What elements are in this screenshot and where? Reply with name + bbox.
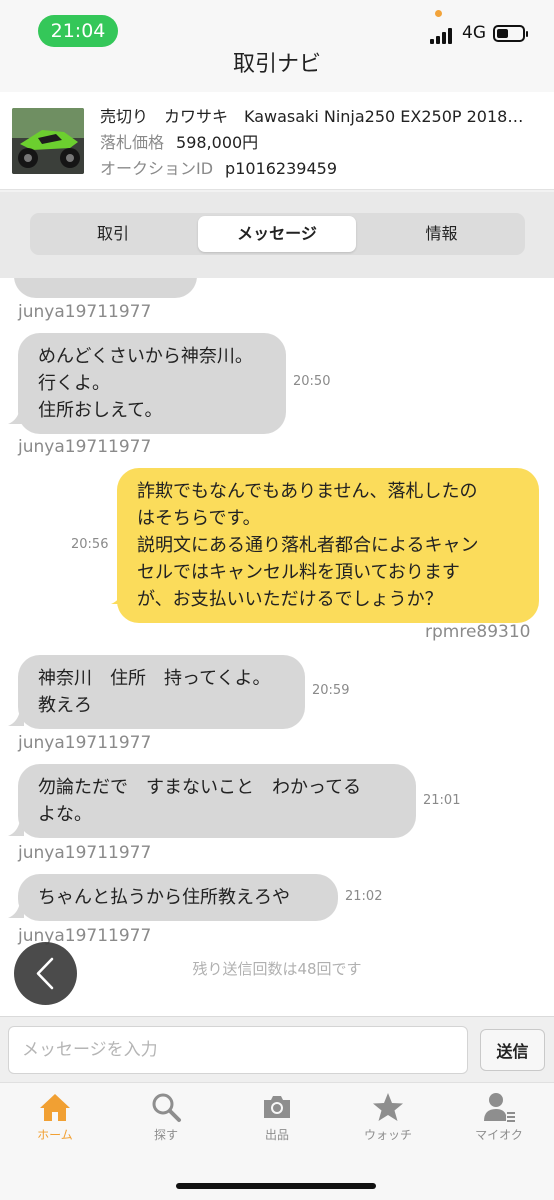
message-bubble: めんどくさいから神奈川。 行くよ。 住所おしえて。 [18, 333, 286, 434]
camera-icon [264, 1096, 290, 1118]
back-button[interactable] [14, 942, 77, 1005]
page-title: 取引ナビ [232, 52, 321, 77]
message-bubble: 勿論ただで すまないこと わかってる よな。 [18, 764, 416, 838]
price-label: 落札価格 [100, 133, 165, 152]
message-bubble-cut [14, 278, 197, 298]
price-row: 落札価格 598,000円 [100, 130, 540, 156]
send-button[interactable]: 送信 [480, 1029, 545, 1071]
signal-icon [430, 28, 456, 44]
message-bubble-own: 詐欺でもなんでもありません、落札したの はそちらです。 説明文にある通り落札者都… [117, 468, 539, 623]
star-icon [373, 1093, 403, 1121]
tab-label: 探す [153, 1128, 178, 1142]
status-time[interactable]: 21:04 [38, 15, 118, 47]
tab-label: ウォッチ [363, 1128, 412, 1142]
item-thumbnail[interactable] [12, 108, 84, 174]
sender-name: rpmre89310 [425, 622, 531, 642]
chat-thread[interactable]: junya19711977 めんどくさいから神奈川。 行くよ。 住所おしえて。 … [0, 278, 554, 1016]
message-time: 20:50 [293, 374, 331, 389]
home-icon [40, 1094, 70, 1121]
sender-name: junya19711977 [18, 843, 152, 863]
message-time: 21:02 [345, 889, 383, 904]
top-bar: 21:04 4G 取引ナビ [0, 0, 554, 92]
segmented-control: 取引 メッセージ 情報 [30, 213, 525, 255]
user-list-icon [484, 1093, 515, 1122]
message-input-bar: 送信 [0, 1016, 554, 1082]
bottom-tab-bar: ホーム 探す 出品 ウォッチ マイオク [0, 1082, 554, 1200]
message-input[interactable] [8, 1026, 468, 1074]
tab-search[interactable]: 探す [111, 1091, 221, 1151]
sender-name: junya19711977 [18, 733, 152, 753]
remaining-send-count: 残り送信回数は48回です [192, 960, 362, 978]
message-time: 20:59 [312, 683, 350, 698]
item-summary[interactable]: 売切り カワサキ Kawasaki Ninja250 EX250P 2018… … [0, 92, 554, 190]
price-value: 598,000円 [176, 133, 259, 152]
tab-label: 出品 [264, 1128, 289, 1142]
home-indicator [176, 1183, 376, 1189]
message-time: 21:01 [423, 793, 461, 808]
auction-id-row: オークションID p1016239459 [100, 156, 540, 182]
tab-my-auction[interactable]: マイオク [444, 1091, 554, 1151]
tabs-area: 取引 メッセージ 情報 [0, 192, 554, 278]
tab-sell[interactable]: 出品 [222, 1091, 332, 1151]
battery-icon [493, 25, 528, 42]
privacy-indicator-icon [435, 10, 442, 17]
tab-label: ホーム [37, 1128, 73, 1142]
message-bubble: 神奈川 住所 持ってくよ。 教えろ [18, 655, 305, 729]
tab-transaction[interactable]: 取引 [33, 216, 193, 252]
tab-message[interactable]: メッセージ [198, 216, 356, 252]
tab-label: マイオク [475, 1128, 523, 1142]
auction-id-value: p1016239459 [225, 159, 337, 178]
auction-id-label: オークションID [100, 159, 214, 178]
tab-watch[interactable]: ウォッチ [333, 1091, 443, 1151]
search-icon [152, 1093, 181, 1122]
message-time: 20:56 [71, 537, 109, 552]
tab-info[interactable]: 情報 [361, 216, 522, 252]
tab-home[interactable]: ホーム [0, 1091, 110, 1151]
sender-name: junya19711977 [18, 437, 152, 457]
item-title[interactable]: 売切り カワサキ Kawasaki Ninja250 EX250P 2018… [100, 104, 540, 130]
sender-name: junya19711977 [18, 302, 152, 322]
network-label: 4G [462, 23, 486, 43]
message-bubble: ちゃんと払うから住所教えろや [18, 874, 338, 921]
chevron-left-icon [36, 957, 54, 990]
